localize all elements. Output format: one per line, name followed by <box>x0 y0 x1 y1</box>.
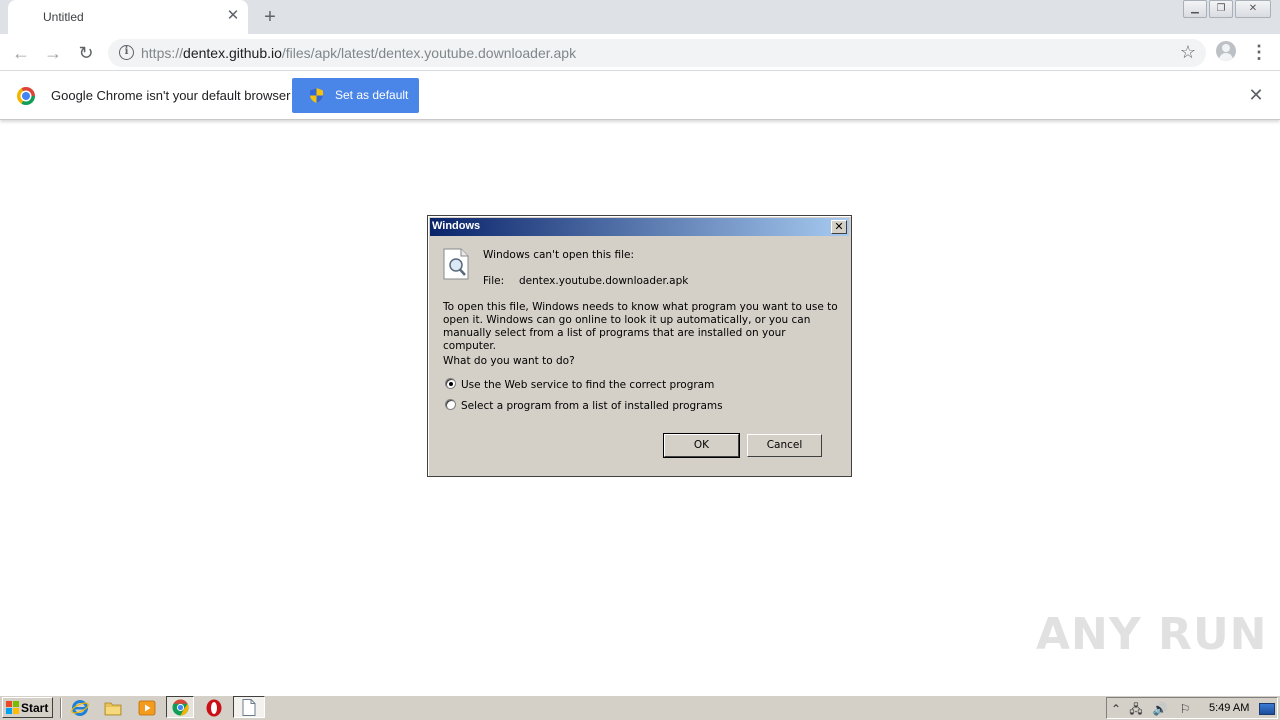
opera-icon[interactable] <box>205 699 223 717</box>
set-as-default-label: Set as default <box>335 88 409 102</box>
windows-taskbar: Start ⌃ 🖧 🔊 ⚐ 5:49 AM <box>0 694 1280 720</box>
internet-explorer-icon[interactable] <box>71 699 89 717</box>
volume-icon[interactable]: 🔊 <box>1152 701 1168 717</box>
start-label: Start <box>21 701 49 715</box>
uac-shield-icon <box>310 88 323 103</box>
bookmark-star-icon[interactable]: ☆ <box>1180 42 1196 63</box>
set-as-default-button[interactable]: Set as default <box>292 78 419 113</box>
url-path: /files/apk/latest/dentex.youtube.downloa… <box>281 45 577 61</box>
default-browser-infobar: Google Chrome isn't your default browser… <box>0 72 1280 120</box>
reload-button[interactable]: ↻ <box>74 41 98 65</box>
infobar-message: Google Chrome isn't your default browser <box>51 88 291 103</box>
dialog-question: What do you want to do? <box>443 355 575 367</box>
file-name: dentex.youtube.downloader.apk <box>519 275 689 287</box>
installed-programs-radio[interactable] <box>445 399 456 410</box>
web-service-option-label[interactable]: Use the Web service to find the correct … <box>461 379 714 391</box>
unknown-file-icon <box>443 248 469 280</box>
taskbar-clock[interactable]: 5:49 AM <box>1209 702 1249 714</box>
tray-expand-icon[interactable]: ⌃ <box>1108 701 1124 717</box>
url-host: dentex.github.io <box>183 45 282 61</box>
tab-close-icon[interactable]: ✕ <box>224 7 242 25</box>
dialog-headline: Windows can't open this file: <box>483 249 634 261</box>
window-close-button[interactable]: ✕ <box>1235 0 1271 18</box>
chrome-taskbar-button[interactable] <box>166 696 194 718</box>
taskbar-separator <box>60 698 62 718</box>
ok-button[interactable]: OK <box>663 433 740 458</box>
web-service-radio[interactable] <box>445 378 456 389</box>
dialog-title: Windows <box>432 220 481 232</box>
url-scheme: https:// <box>141 45 184 61</box>
site-info-icon[interactable]: i <box>119 45 134 60</box>
cancel-button[interactable]: Cancel <box>747 434 822 457</box>
forward-button[interactable]: → <box>41 41 65 65</box>
anyrun-watermark: ANY RUN <box>1036 609 1268 660</box>
dialog-titlebar[interactable]: Windows ✕ <box>430 218 849 236</box>
url-text[interactable]: https://dentex.github.io/files/apk/lates… <box>141 45 576 61</box>
minimize-button[interactable]: ▁ <box>1183 0 1207 18</box>
back-button[interactable]: ← <box>9 41 33 65</box>
browser-tab[interactable]: Untitled ✕ <box>8 0 248 34</box>
open-with-dialog: Windows ✕ Windows can't open this file: … <box>427 215 852 477</box>
address-bar[interactable]: i https://dentex.github.io/files/apk/lat… <box>108 39 1206 67</box>
untitled-window-taskbar-button[interactable] <box>233 696 265 718</box>
profile-avatar-icon[interactable] <box>1216 41 1236 61</box>
tab-strip: Untitled ✕ + ▁ ❐ ✕ <box>0 0 1280 34</box>
file-label: File: <box>483 275 505 287</box>
network-icon[interactable]: 🖧 <box>1128 701 1144 717</box>
infobar-close-icon[interactable]: ✕ <box>1247 86 1265 104</box>
media-player-icon[interactable] <box>138 699 156 717</box>
blank-document-icon <box>242 699 256 716</box>
windows-flag-icon <box>6 701 19 714</box>
folder-icon[interactable] <box>104 699 122 717</box>
dialog-explanation: To open this file, Windows needs to know… <box>443 301 838 352</box>
restore-button[interactable]: ❐ <box>1209 0 1233 18</box>
chrome-logo-icon <box>17 87 35 105</box>
tab-title: Untitled <box>43 10 84 24</box>
installed-programs-option-label[interactable]: Select a program from a list of installe… <box>461 400 723 412</box>
show-desktop-icon[interactable] <box>1259 703 1275 715</box>
start-button[interactable]: Start <box>2 697 53 718</box>
chrome-icon <box>172 699 189 716</box>
browser-toolbar: ← → ↻ i https://dentex.github.io/files/a… <box>0 34 1280 71</box>
system-tray: ⌃ 🖧 🔊 ⚐ 5:49 AM <box>1106 697 1278 719</box>
new-tab-button[interactable]: + <box>258 5 282 29</box>
action-center-flag-icon[interactable]: ⚐ <box>1177 701 1193 717</box>
dialog-close-button[interactable]: ✕ <box>831 220 847 234</box>
chrome-menu-icon[interactable]: ⋮ <box>1250 41 1268 63</box>
